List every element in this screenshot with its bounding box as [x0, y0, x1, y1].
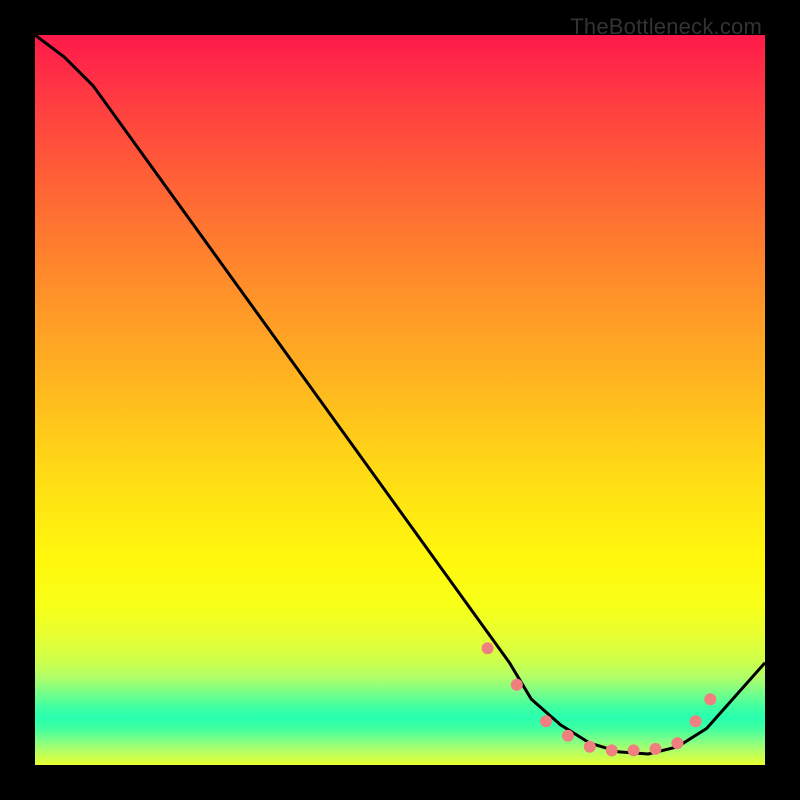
watermark-text: TheBottleneck.com: [570, 14, 762, 40]
chart-plot-area: [35, 35, 765, 765]
